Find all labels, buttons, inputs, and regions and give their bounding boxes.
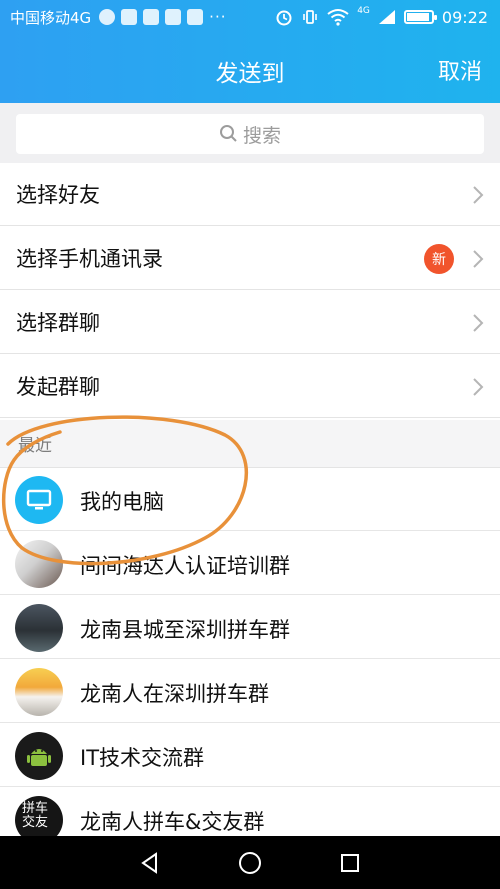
back-icon (141, 851, 157, 874)
avatar (15, 668, 63, 716)
wifi-icon (327, 9, 349, 26)
chevron-right-icon (473, 378, 484, 396)
home-button[interactable] (230, 843, 270, 883)
alarm-icon (276, 10, 292, 26)
back-button[interactable] (130, 843, 170, 883)
list-item[interactable]: 龙南人在深圳拼车群 (0, 660, 500, 723)
carrier-label: 中国移动4G (10, 8, 92, 27)
network-type: 4G (357, 6, 370, 16)
recent-section-label: 最近 (0, 420, 500, 468)
avatar (15, 604, 63, 652)
cancel-button[interactable]: 取消 (438, 54, 482, 86)
notification-icon (165, 9, 182, 25)
notification-icon (121, 9, 138, 25)
chevron-right-icon (473, 314, 484, 332)
home-icon (239, 851, 261, 874)
menu-item-label: 选择好友 (16, 183, 100, 207)
contact-name: IT技术交流群 (80, 746, 205, 770)
battery-icon (403, 10, 437, 24)
android-icon (15, 732, 63, 780)
search-bar: 搜索 (0, 103, 500, 163)
search-input[interactable]: 搜索 (16, 114, 484, 154)
chevron-right-icon (473, 250, 484, 268)
search-placeholder: 搜索 (242, 124, 281, 147)
recents-button[interactable] (330, 843, 370, 883)
contact-name: 龙南人在深圳拼车群 (80, 682, 269, 706)
avatar (15, 540, 63, 588)
recents-icon (341, 853, 359, 872)
menu-item-select-friends[interactable]: 选择好友 (0, 163, 500, 226)
menu-item-select-contacts[interactable]: 选择手机通讯录 新 (0, 227, 500, 290)
title-bar: 发送到 取消 (0, 40, 500, 96)
status-bar: 中国移动4G ··· 4G 09:22 (0, 0, 500, 34)
notification-icon (99, 9, 116, 25)
contact-name: 龙南人拼车&交友群 (80, 810, 265, 834)
menu-item-label: 选择手机通讯录 (16, 247, 163, 271)
menu-item-start-group[interactable]: 发起群聊 (0, 355, 500, 418)
contact-name: 间间海达人认证培训群 (80, 554, 290, 578)
gallery-icon (187, 9, 204, 25)
menu-item-select-group[interactable]: 选择群聊 (0, 291, 500, 354)
search-icon (219, 125, 237, 142)
page-title: 发送到 (215, 61, 285, 87)
app-header: 中国移动4G ··· 4G 09:22 发送到 取消 (0, 0, 500, 103)
system-nav-bar (0, 836, 500, 889)
signal-icon (378, 10, 395, 24)
more-notifications: ··· (209, 8, 227, 26)
list-item[interactable]: 间间海达人认证培训群 (0, 532, 500, 595)
new-badge: 新 (424, 244, 454, 274)
list-item[interactable]: IT技术交流群 (0, 724, 500, 787)
contact-name: 龙南县城至深圳拼车群 (80, 618, 290, 642)
menu-item-label: 发起群聊 (16, 375, 100, 399)
computer-icon (15, 476, 63, 524)
list-item[interactable]: 龙南县城至深圳拼车群 (0, 596, 500, 659)
vibrate-icon (303, 10, 317, 24)
menu-item-label: 选择群聊 (16, 311, 100, 335)
chevron-right-icon (473, 186, 484, 204)
notification-icon (143, 9, 160, 25)
contact-name: 我的电脑 (80, 490, 164, 514)
clock: 09:22 (441, 7, 488, 27)
list-item[interactable]: 我的电脑 (0, 468, 500, 531)
